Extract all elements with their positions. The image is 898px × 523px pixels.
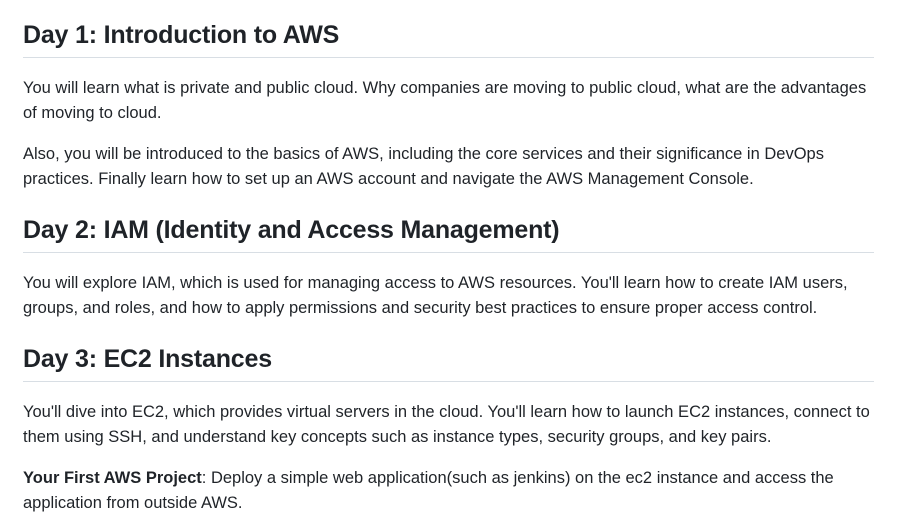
section-heading-day-2: Day 2: IAM (Identity and Access Manageme…	[23, 216, 560, 244]
heading-divider	[23, 252, 874, 253]
paragraph-day-1-basics: Also, you will be introduced to the basi…	[23, 145, 824, 188]
paragraph-day-3-project: Your First AWS Project: Deploy a simple …	[23, 466, 883, 516]
section-heading-day-3: Day 3: EC2 Instances	[23, 345, 272, 373]
paragraph-day-1-intro: You will learn what is private and publi…	[23, 79, 867, 122]
section-heading-day-1: Day 1: Introduction to AWS	[23, 21, 340, 49]
paragraph-day-2-iam: You will explore IAM, which is used for …	[23, 274, 848, 317]
heading-divider	[23, 381, 874, 382]
heading-divider	[23, 57, 874, 58]
project-label: Your First AWS Project	[23, 469, 202, 487]
markdown-document: Day 1: Introduction to AWS You will lear…	[0, 0, 898, 523]
paragraph-day-3-ec2: You'll dive into EC2, which provides vir…	[23, 403, 870, 446]
